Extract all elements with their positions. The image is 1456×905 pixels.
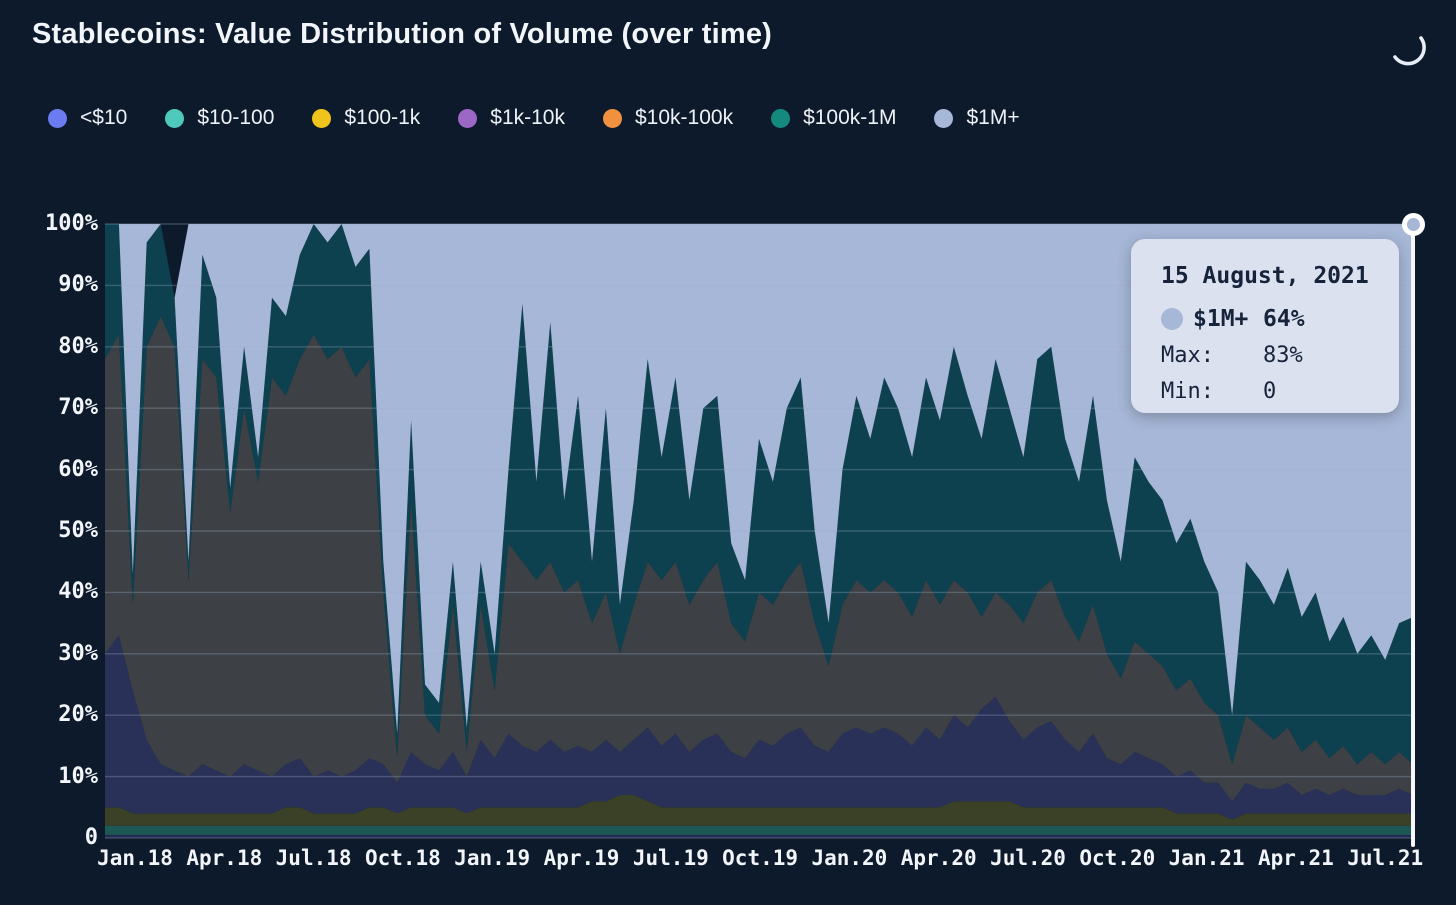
legend-label: $1k-10k (490, 106, 565, 129)
legend-item-$10k-100k[interactable]: $10k-100k (603, 106, 733, 130)
legend-swatch-icon (165, 108, 185, 128)
crosshair-point-marker (1402, 213, 1425, 236)
tooltip-date: 15 August, 2021 (1161, 263, 1369, 289)
legend-item-$100-1k[interactable]: $100-1k (312, 106, 420, 130)
y-tick-label: 0 (84, 825, 98, 850)
x-tick-label: Jul.20 (990, 846, 1066, 870)
chart-tooltip: 15 August, 2021 $1M+ 64% Max: 83% Min: 0 (1131, 239, 1399, 413)
tooltip-max-label: Max: (1161, 342, 1214, 368)
loading-spinner-icon (1393, 36, 1426, 66)
legend-swatch-icon (48, 108, 67, 128)
y-tick-label: 50% (58, 518, 98, 543)
x-tick-label: Jul.19 (632, 846, 709, 870)
legend-label: $10k-100k (635, 106, 734, 129)
legend-swatch-icon (603, 108, 622, 128)
legend-swatch-icon (312, 108, 332, 128)
legend-label: $100k-1M (803, 106, 897, 129)
chart-title: Stablecoins: Value Distribution of Volum… (32, 18, 773, 50)
x-tick-label: Jul.21 (1347, 846, 1424, 870)
legend-item-$100k-1M[interactable]: $100k-1M (771, 106, 896, 130)
crosshair-line (1411, 217, 1415, 847)
x-tick-label: Apr.21 (1257, 846, 1334, 870)
legend-item-$1k-10k[interactable]: $1k-10k (458, 106, 565, 130)
x-tick-label: Apr.18 (186, 846, 263, 870)
chart-legend: <$10 $10-100 $100-1k $1k-10k $10k-100k $100k-… (48, 106, 1058, 130)
x-tick-label: Jan.20 (811, 846, 888, 870)
legend-item-$10-100[interactable]: $10-100 (165, 106, 274, 130)
series-swatch-icon (1161, 308, 1183, 330)
y-tick-label: 60% (58, 456, 98, 482)
tooltip-series-row: $1M+ 64% (1161, 301, 1399, 337)
x-tick-label: Jan.21 (1168, 846, 1245, 870)
tooltip-max-value: 83% (1263, 342, 1303, 368)
y-tick-label: 70% (58, 395, 98, 421)
x-tick-label: Jul.18 (275, 846, 352, 870)
x-tick-label: Oct.20 (1079, 846, 1156, 870)
tooltip-series-label: $1M+ (1193, 306, 1249, 332)
area-series-$10-100 (105, 825, 1413, 835)
x-tick-label: Apr.19 (543, 846, 620, 870)
tooltip-min-row: Min: 0 (1161, 373, 1399, 409)
legend-label: $10-100 (197, 106, 275, 129)
x-tick-label: Jan.19 (454, 846, 531, 870)
legend-swatch-icon (771, 108, 791, 128)
legend-item-$1M+[interactable]: $1M+ (934, 106, 1020, 130)
y-tick-label: 80% (58, 333, 98, 359)
dashboard-page: Stablecoins: Value Distribution of Volum… (0, 0, 1456, 905)
y-tick-label: 20% (58, 702, 98, 728)
legend-swatch-icon (458, 108, 478, 128)
x-tick-label: Apr.20 (900, 846, 977, 870)
tooltip-max-row: Max: 83% (1161, 337, 1399, 373)
legend-label: $1M+ (966, 106, 1020, 129)
legend-swatch-icon (934, 108, 954, 128)
legend-label: $100-1k (344, 106, 421, 129)
legend-label: <$10 (80, 106, 128, 129)
legend-item-<$10[interactable]: <$10 (48, 106, 127, 130)
x-tick-label: Oct.19 (722, 846, 799, 870)
tooltip-min-value: 0 (1263, 378, 1277, 404)
y-tick-label: 90% (58, 272, 98, 298)
x-tick-label: Jan.18 (97, 846, 173, 870)
y-tick-label: 100% (45, 211, 98, 236)
tooltip-series-value: 64% (1263, 306, 1305, 332)
y-tick-label: 30% (58, 640, 98, 666)
x-tick-label: Oct.18 (364, 846, 441, 870)
y-tick-label: 40% (58, 579, 98, 605)
y-tick-label: 10% (58, 763, 98, 789)
tooltip-min-label: Min: (1161, 378, 1214, 404)
